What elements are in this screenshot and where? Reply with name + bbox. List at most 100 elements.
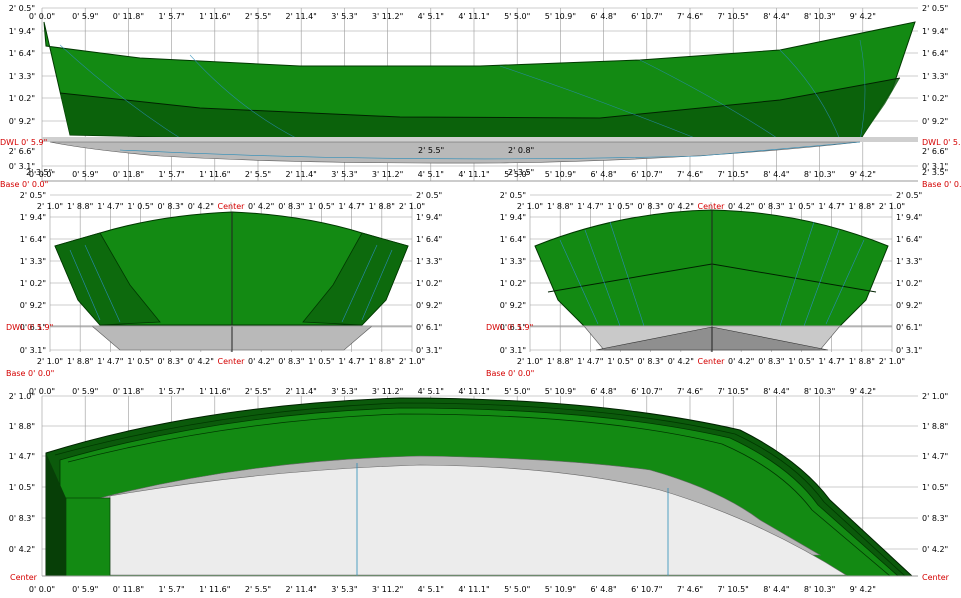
plan-x-tick-top: 6' 10.7" <box>631 387 662 396</box>
bpr-x-tick-bottom: 2' 1.0" <box>517 357 543 366</box>
plan-center-label-left: Center <box>10 573 38 582</box>
profile-mid-label-3: 2' 3.5" <box>508 168 534 177</box>
profile-x-tick-label-bottom: 8' 4.4" <box>763 170 789 179</box>
plan-y-tick-right: 0' 8.3" <box>922 514 948 523</box>
plan-x-tick-top: 4' 11.1" <box>458 387 489 396</box>
profile-bottom-right-label: 2' 3.5" <box>922 168 948 177</box>
profile-y-tick-label-right: 2' 6.6" <box>922 147 948 156</box>
bpl-y-tick-right: 0' 3.1" <box>416 346 442 355</box>
bpl-x-tick-bottom: 1' 8.8" <box>369 357 395 366</box>
plan-x-axis-top: 0' 0.0" 0' 5.9" 0' 11.8" 1' 5.7" 1' 11.6" 2' … <box>29 387 876 396</box>
profile-x-tick-label: 1' 5.7" <box>158 12 184 21</box>
bpl-y-tick-right: 1' 3.3" <box>416 257 442 266</box>
profile-x-tick-label: 2' 5.5" <box>245 12 271 21</box>
bpl-x-tick-bottom: 1' 0.5" <box>308 357 334 366</box>
profile-mid-label-2: 2' 0.8" <box>508 146 534 155</box>
body-plan-right-x-axis-bottom: 2' 1.0" 1' 8.8" 1' 4.7" 1' 0.5" 0' 8.3" 0' 4.… <box>517 357 905 366</box>
plan-x-tick-top: 6' 4.8" <box>590 387 616 396</box>
body-plan-right: 2' 1.0" 1' 8.8" 1' 4.7" 1' 0.5" 0' 8.3" 0' 4.… <box>486 191 922 378</box>
bpl-x-tick-bottom: 1' 4.7" <box>97 357 123 366</box>
plan-x-tick-top: 3' 5.3" <box>331 387 357 396</box>
bpr-x-tick-bottom: 1' 0.5" <box>607 357 633 366</box>
bpl-y-tick-right: 0' 6.1" <box>416 323 442 332</box>
bpr-x-tick-bottom: 0' 8.3" <box>638 357 664 366</box>
bpr-x-tick-top: 1' 0.5" <box>607 202 633 211</box>
plan-x-tick-bottom: 8' 4.4" <box>763 585 789 594</box>
plan-x-tick-top: 2' 11.4" <box>286 387 317 396</box>
plan-x-tick-bottom: 1' 11.6" <box>199 585 230 594</box>
bpr-y-tick-left: 1' 0.2" <box>500 279 526 288</box>
bpr-x-tick-top: 0' 8.3" <box>638 202 664 211</box>
bpl-y-tick-right: 0' 9.2" <box>416 301 442 310</box>
bpl-y-tick-right: 1' 9.4" <box>416 213 442 222</box>
bpl-x-tick-top: 1' 0.5" <box>308 202 334 211</box>
body-plan-left-x-axis-top: 2' 1.0" 1' 8.8" 1' 4.7" 1' 0.5" 0' 8.3" 0' 4.… <box>37 202 425 211</box>
profile-y-tick-label-left: 2' 6.6" <box>9 147 35 156</box>
profile-x-tick-label: 2' 11.4" <box>286 12 317 21</box>
plan-x-tick-top: 9' 4.2" <box>850 387 876 396</box>
profile-y-tick-label-left: 1' 0.2" <box>9 94 35 103</box>
bpl-x-tick-top: 2' 1.0" <box>37 202 63 211</box>
profile-x-tick-label-bottom: 6' 4.8" <box>590 170 616 179</box>
profile-x-tick-label: 6' 10.7" <box>631 12 662 21</box>
bpr-y-tick-right: 2' 0.5" <box>896 191 922 200</box>
profile-dwl-label-left: DWL 0' 5.9" <box>0 138 47 147</box>
profile-base-label-right: Base 0' 0.0" <box>922 180 961 189</box>
plan-y-tick-left: 1' 0.5" <box>9 483 35 492</box>
bpl-x-tick-bottom: Center <box>218 357 246 366</box>
profile-y-tick-label-right: 1' 0.2" <box>922 94 948 103</box>
bpr-y-tick-right: 1' 9.4" <box>896 213 922 222</box>
bpl-y-tick-left: 1' 3.3" <box>20 257 46 266</box>
bpl-x-tick-top: 0' 8.3" <box>158 202 184 211</box>
plan-x-axis-bottom: 0' 0.0" 0' 5.9" 0' 11.8" 1' 5.7" 1' 11.6" 2' … <box>29 585 876 594</box>
bpr-x-tick-bottom: 2' 1.0" <box>879 357 905 366</box>
bpr-x-tick-top: 2' 1.0" <box>517 202 543 211</box>
profile-y-tick-label-right: 1' 3.3" <box>922 72 948 81</box>
bpr-x-tick-bottom: Center <box>698 357 726 366</box>
profile-x-tick-label-bottom: 5' 10.9" <box>545 170 576 179</box>
plan-x-tick-bottom: 4' 5.1" <box>418 585 444 594</box>
body-plan-left: 2' 1.0" 1' 8.8" 1' 4.7" 1' 0.5" 0' 8.3" 0' 4.… <box>6 191 442 378</box>
plan-x-tick-bottom: 0' 11.8" <box>113 585 144 594</box>
plan-x-tick-top: 5' 5.0" <box>504 387 530 396</box>
bpl-x-tick-top: 1' 4.7" <box>339 202 365 211</box>
bpr-x-tick-top: 0' 4.2" <box>668 202 694 211</box>
plan-x-tick-bottom: 2' 11.4" <box>286 585 317 594</box>
bpl-x-tick-top: 1' 8.8" <box>67 202 93 211</box>
plan-x-tick-bottom: 0' 5.9" <box>72 585 98 594</box>
bpl-x-tick-top: 1' 8.8" <box>369 202 395 211</box>
bpr-y-tick-right: 0' 9.2" <box>896 301 922 310</box>
profile-x-tick-label: 7' 4.6" <box>677 12 703 21</box>
bpl-x-tick-bottom: 0' 4.2" <box>188 357 214 366</box>
profile-bottom-left-label: 2' 3.5" <box>26 168 52 177</box>
body-plan-left-dwl-label: DWL 0' 5.9" <box>6 323 53 332</box>
profile-y-tick-label-left: 1' 3.3" <box>9 72 35 81</box>
profile-x-tick-label: 0' 11.8" <box>113 12 144 21</box>
bpr-x-tick-top: 1' 8.8" <box>547 202 573 211</box>
profile-x-tick-label: 4' 5.1" <box>418 12 444 21</box>
plan-center-label-right: Center <box>922 573 950 582</box>
profile-y-tick-label-right: 2' 0.5" <box>922 4 948 13</box>
plan-x-tick-bottom: 5' 10.9" <box>545 585 576 594</box>
plan-x-tick-top: 1' 5.7" <box>158 387 184 396</box>
plan-y-axis-left: 2' 1.0" 1' 8.8" 1' 4.7" 1' 0.5" 0' 8.3" 0' 4.… <box>9 392 35 554</box>
profile-y-tick-label-left: 1' 6.4" <box>9 49 35 58</box>
bpr-x-tick-bottom: 1' 8.8" <box>849 357 875 366</box>
profile-dwl-label-right: DWL 0' 5.9" <box>922 138 961 147</box>
profile-x-tick-label-bottom: 8' 10.3" <box>804 170 835 179</box>
profile-y-tick-label-left: 1' 9.4" <box>9 27 35 36</box>
profile-y-tick-label-right: 1' 6.4" <box>922 49 948 58</box>
profile-x-tick-label-bottom: 1' 5.7" <box>158 170 184 179</box>
bpr-y-tick-right: 0' 6.1" <box>896 323 922 332</box>
profile-x-tick-label: 8' 10.3" <box>804 12 835 21</box>
bpl-y-tick-left: 0' 9.2" <box>20 301 46 310</box>
plan-x-tick-top: 1' 11.6" <box>199 387 230 396</box>
profile-x-tick-label: 1' 11.6" <box>199 12 230 21</box>
profile-x-tick-label-bottom: 0' 11.8" <box>113 170 144 179</box>
profile-x-tick-label-bottom: 3' 5.3" <box>331 170 357 179</box>
plan-y-tick-left: 2' 1.0" <box>9 392 35 401</box>
bpr-x-tick-bottom: 0' 4.2" <box>728 357 754 366</box>
bpr-x-tick-bottom: 0' 8.3" <box>758 357 784 366</box>
bpr-y-tick-left: 1' 9.4" <box>500 213 526 222</box>
bpr-x-tick-top: 1' 8.8" <box>849 202 875 211</box>
